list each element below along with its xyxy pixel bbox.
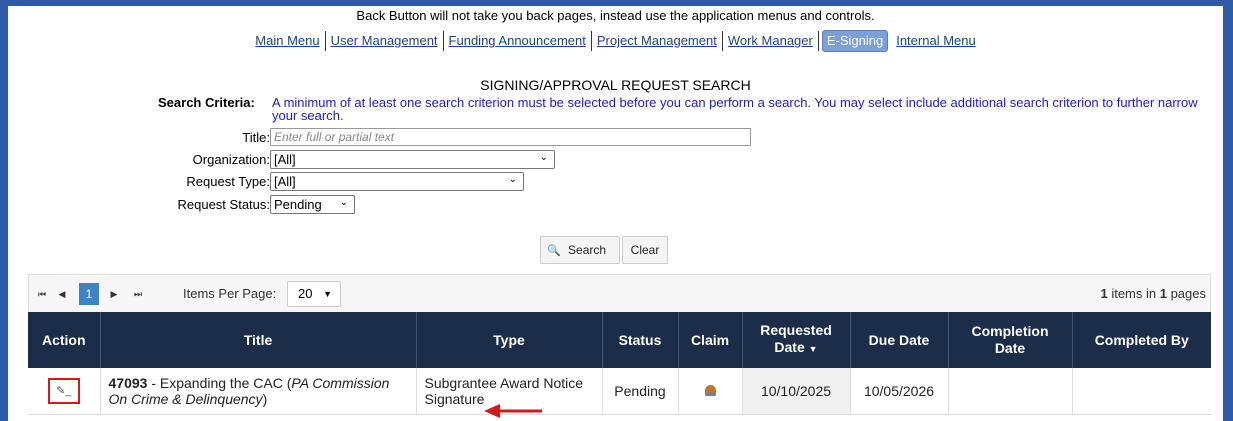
request-id: 47093 xyxy=(108,375,148,391)
item-count-mid: items in xyxy=(1107,286,1160,301)
nav-e-signing[interactable]: E-Signing xyxy=(821,30,889,52)
sign-document-icon[interactable]: ✎_ xyxy=(47,378,80,404)
col-completed-by[interactable]: Completed By xyxy=(1072,312,1211,368)
search-button[interactable]: 🔍 Search xyxy=(540,236,620,264)
item-count-items: 1 xyxy=(1100,286,1108,301)
due-date-cell: 10/05/2026 xyxy=(850,368,949,415)
nav-main-menu[interactable]: Main Menu xyxy=(250,31,326,51)
request-status-select[interactable]: Pending ⌄ xyxy=(270,195,355,214)
completed-by-cell xyxy=(1072,368,1211,415)
title-cell[interactable]: 47093 - Expanding the CAC (PA Commission… xyxy=(100,368,417,415)
nav-user-management[interactable]: User Management xyxy=(326,31,444,51)
prev-page-icon[interactable]: ◀ xyxy=(53,283,71,305)
organization-select[interactable]: [All] ⌄ xyxy=(270,150,555,169)
chevron-down-icon: ⌄ xyxy=(508,174,517,185)
search-title: SIGNING/APPROVAL REQUEST SEARCH xyxy=(480,77,751,93)
search-criteria-label: Search Criteria: xyxy=(158,95,255,110)
last-page-icon[interactable]: ⏭ xyxy=(129,283,147,305)
request-grid: Action Title Type Status Claim Requested… xyxy=(28,312,1211,415)
title-input[interactable]: Enter full or partial text xyxy=(270,128,751,146)
organization-label: Organization: xyxy=(192,152,270,167)
request-type-label: Request Type: xyxy=(186,174,270,189)
caret-down-icon: ▼ xyxy=(323,289,332,299)
col-completion-date[interactable]: Completion Date xyxy=(948,312,1073,368)
col-due-date[interactable]: Due Date xyxy=(850,312,949,368)
organization-value: [All] xyxy=(274,152,296,167)
request-type-select[interactable]: [All] ⌄ xyxy=(270,172,524,191)
col-status[interactable]: Status xyxy=(602,312,679,368)
page: Back Button will not take you back pages… xyxy=(8,6,1223,421)
search-button-label: Search xyxy=(568,243,607,257)
status-cell: Pending xyxy=(602,368,679,415)
title-label: Title: xyxy=(242,130,270,145)
search-criteria-text: A minimum of at least one search criteri… xyxy=(272,95,1198,123)
col-type[interactable]: Type xyxy=(416,312,603,368)
grid-header-row: Action Title Type Status Claim Requested… xyxy=(28,312,1211,368)
clear-button[interactable]: Clear xyxy=(622,236,668,264)
item-count-pages: 1 xyxy=(1159,286,1167,301)
request-status-label: Request Status: xyxy=(177,197,271,212)
nav-internal-menu[interactable]: Internal Menu xyxy=(891,31,981,51)
completion-date-cell xyxy=(948,368,1073,415)
nav-funding-announcement[interactable]: Funding Announcement xyxy=(444,31,592,51)
pager-bar: ⏮ ◀ 1 ▶ ⏭ Items Per Page: 20 ▼ 1 items i… xyxy=(28,274,1211,312)
first-page-icon[interactable]: ⏮ xyxy=(33,283,51,305)
request-title: - Expanding the CAC ( xyxy=(147,375,292,391)
action-cell: ✎_ xyxy=(28,368,101,415)
items-per-page-value: 20 xyxy=(298,286,313,301)
page-number-button[interactable]: 1 xyxy=(79,283,99,305)
search-icon: 🔍 xyxy=(547,245,561,257)
item-count: 1 items in 1 pages xyxy=(1100,286,1206,301)
col-requested-date[interactable]: Requested Date ▼ xyxy=(742,312,851,368)
nav-work-manager[interactable]: Work Manager xyxy=(723,31,819,51)
requested-date-cell: 10/10/2025 xyxy=(742,368,851,415)
request-status-value: Pending xyxy=(274,197,322,212)
request-title-end: ) xyxy=(262,391,268,407)
nav-project-management[interactable]: Project Management xyxy=(592,31,723,51)
col-claim[interactable]: Claim xyxy=(678,312,743,368)
col-title[interactable]: Title xyxy=(100,312,417,368)
chevron-down-icon: ⌄ xyxy=(339,197,348,208)
sort-desc-icon: ▼ xyxy=(808,344,818,354)
items-per-page-label: Items Per Page: xyxy=(183,286,277,301)
back-button-notice: Back Button will not take you back pages… xyxy=(356,8,875,23)
next-page-icon[interactable]: ▶ xyxy=(105,283,123,305)
red-arrow-annotation xyxy=(484,404,542,418)
claim-person-icon[interactable] xyxy=(704,385,716,396)
col-action: Action xyxy=(28,312,101,368)
item-count-suffix: pages xyxy=(1166,286,1206,301)
table-row: ✎_ 47093 - Expanding the CAC (PA Commiss… xyxy=(28,368,1211,415)
chevron-down-icon: ⌄ xyxy=(539,152,548,163)
request-type-value: [All] xyxy=(274,174,296,189)
main-nav: Main Menu User Management Funding Announce… xyxy=(8,30,1223,52)
claim-cell xyxy=(678,368,743,415)
col-requested-date-label: Requested Date xyxy=(760,322,832,355)
items-per-page-select[interactable]: 20 ▼ xyxy=(287,281,341,307)
